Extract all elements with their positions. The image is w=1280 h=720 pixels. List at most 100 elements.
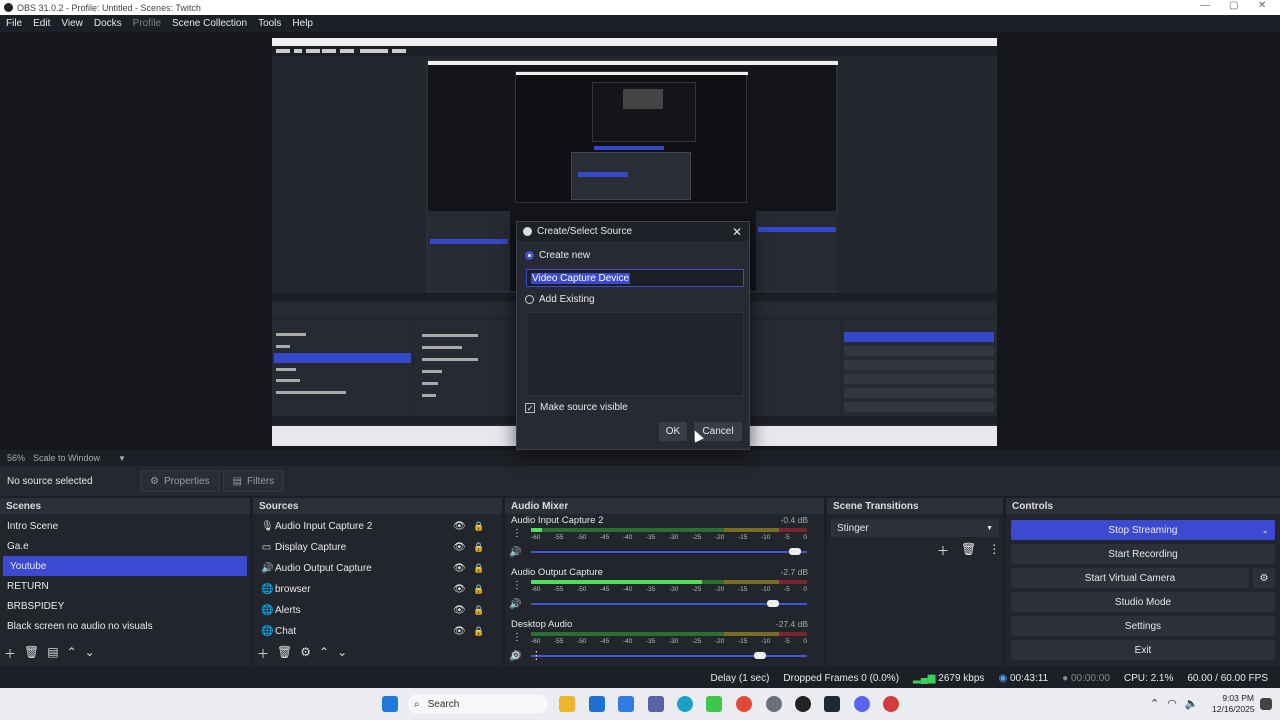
file-explorer-icon[interactable] [559, 696, 575, 712]
scene-item-selected[interactable]: Youtube [3, 556, 247, 576]
visibility-eye-icon[interactable]: 👁 [453, 521, 466, 532]
scene-item[interactable]: Intro Scene [0, 516, 250, 536]
chrome-icon[interactable] [736, 696, 752, 712]
windows-start-icon[interactable] [382, 696, 398, 712]
move-up-icon[interactable]: ⌃ [319, 645, 329, 662]
filters-icon[interactable]: ▤ [47, 645, 58, 662]
visibility-eye-icon[interactable]: 👁 [453, 584, 466, 595]
trash-icon[interactable]: 🗑 [961, 542, 976, 559]
lock-icon[interactable]: 🔒 [473, 542, 484, 553]
volume-slider-knob[interactable] [767, 600, 780, 607]
volume-slider[interactable] [531, 600, 807, 607]
virtual-camera-gear-icon[interactable]: ⚙ [1253, 568, 1275, 588]
mixer-settings-icon[interactable]: ⚙ [511, 649, 521, 662]
more-options-icon[interactable]: ⋮ [531, 649, 542, 662]
more-options-icon[interactable]: ⋮ [988, 542, 1000, 559]
outlook-icon[interactable] [618, 696, 634, 712]
maximize-button[interactable]: ▢ [1229, 0, 1238, 11]
lock-icon[interactable]: 🔒 [473, 563, 484, 574]
wifi-icon[interactable]: ◠ [1167, 697, 1177, 710]
menu-help[interactable]: Help [292, 18, 313, 29]
source-item[interactable]: 🎙 Audio Input Capture 2 👁 🔒 [253, 516, 502, 537]
store-icon[interactable] [589, 696, 605, 712]
app-icon[interactable] [706, 696, 722, 712]
start-recording-button[interactable]: Start Recording [1011, 544, 1275, 564]
scene-item[interactable]: Black screen no audio no visuals [0, 616, 250, 636]
exit-button[interactable]: Exit [1011, 640, 1275, 660]
add-source-icon[interactable]: ＋ [257, 645, 269, 662]
app-icon[interactable] [648, 696, 664, 712]
move-up-icon[interactable]: ⌃ [67, 645, 77, 662]
checkbox-checked-icon[interactable]: ✓ [525, 402, 535, 413]
speaker-icon[interactable]: 🔊 [509, 547, 521, 558]
trash-icon[interactable]: 🗑 [24, 645, 39, 662]
minimize-button[interactable]: — [1200, 0, 1210, 11]
visibility-eye-icon[interactable]: 👁 [453, 626, 466, 637]
volume-slider-knob[interactable] [753, 652, 766, 659]
gear-icon[interactable]: ⚙ [300, 645, 311, 662]
menu-edit[interactable]: Edit [33, 18, 50, 29]
speaker-icon[interactable]: 🔊 [509, 599, 521, 610]
more-options-icon[interactable]: ⋮ [512, 528, 522, 539]
settings-button[interactable]: Settings [1011, 616, 1275, 636]
volume-slider[interactable] [531, 652, 807, 659]
make-visible-checkbox[interactable]: ✓ Make source visible [525, 402, 628, 413]
zoom-mode-select[interactable]: Scale to Window [33, 453, 100, 463]
volume-icon[interactable]: 🔈 [1185, 697, 1199, 710]
volume-slider-knob[interactable] [789, 548, 802, 555]
studio-mode-button[interactable]: Studio Mode [1011, 592, 1275, 612]
scene-item[interactable]: BRBSPIDEY [0, 596, 250, 616]
move-down-icon[interactable]: ⌄ [337, 645, 347, 662]
radio-selected-icon[interactable] [525, 251, 534, 260]
visibility-eye-icon[interactable]: 👁 [453, 605, 466, 616]
steam-icon[interactable] [824, 696, 840, 712]
source-item[interactable]: 🌐 Chat 👁 🔒 [253, 621, 502, 642]
settings-icon[interactable] [766, 696, 782, 712]
create-new-option[interactable]: Create new [525, 250, 590, 261]
more-options-icon[interactable]: ⋮ [512, 632, 522, 643]
chevron-up-icon[interactable]: ⌃ [1150, 697, 1159, 710]
close-button[interactable]: ✕ [1258, 0, 1266, 11]
start-virtual-camera-button[interactable]: Start Virtual Camera [1011, 568, 1249, 588]
visibility-eye-icon[interactable]: 👁 [453, 542, 466, 553]
source-name-input[interactable]: Video Capture Device [526, 269, 744, 287]
source-item[interactable]: 🔊 Audio Output Capture 👁 🔒 [253, 558, 502, 579]
edge-icon[interactable] [677, 696, 693, 712]
menu-docks[interactable]: Docks [94, 18, 122, 29]
chevron-down-icon[interactable]: ⌄ [1261, 525, 1269, 536]
filters-button[interactable]: ▤ Filters [222, 470, 285, 492]
properties-button[interactable]: ⚙ Properties [140, 470, 220, 492]
add-existing-option[interactable]: Add Existing [525, 294, 595, 305]
menu-view[interactable]: View [61, 18, 83, 29]
transition-select[interactable]: Stinger ▼ [831, 519, 999, 537]
obs-icon[interactable] [795, 696, 811, 712]
notification-icon[interactable] [1260, 698, 1272, 710]
stop-streaming-button[interactable]: Stop Streaming ⌄ [1011, 520, 1275, 540]
source-item[interactable]: 🌐 Alerts 👁 🔒 [253, 600, 502, 621]
add-transition-icon[interactable]: ＋ [937, 542, 949, 559]
menu-profile[interactable]: Profile [133, 18, 161, 29]
lock-icon[interactable]: 🔒 [473, 584, 484, 595]
discord-icon[interactable] [854, 696, 870, 712]
lock-icon[interactable]: 🔒 [473, 521, 484, 532]
lock-icon[interactable]: 🔒 [473, 626, 484, 637]
scene-item[interactable]: Ga.e [0, 536, 250, 556]
close-icon[interactable]: ✕ [732, 225, 742, 239]
volume-slider[interactable] [531, 548, 807, 555]
existing-sources-list[interactable] [526, 312, 744, 396]
scene-item[interactable]: RETURN [0, 576, 250, 596]
menu-tools[interactable]: Tools [258, 18, 281, 29]
source-item[interactable]: 🌐 browser 👁 🔒 [253, 579, 502, 600]
move-down-icon[interactable]: ⌄ [85, 645, 95, 662]
add-scene-icon[interactable]: ＋ [4, 645, 16, 662]
source-item[interactable]: ▭ Display Capture 👁 🔒 [253, 537, 502, 558]
taskbar-search[interactable]: ⌕ Search [408, 694, 548, 714]
lock-icon[interactable]: 🔒 [473, 605, 484, 616]
trash-icon[interactable]: 🗑 [277, 645, 292, 662]
menu-file[interactable]: File [6, 18, 22, 29]
app-icon[interactable] [883, 696, 899, 712]
menu-scene-collection[interactable]: Scene Collection [172, 18, 247, 29]
visibility-eye-icon[interactable]: 👁 [453, 563, 466, 574]
chevron-down-icon[interactable]: ▼ [118, 454, 126, 463]
ok-button[interactable]: OK [659, 422, 687, 441]
